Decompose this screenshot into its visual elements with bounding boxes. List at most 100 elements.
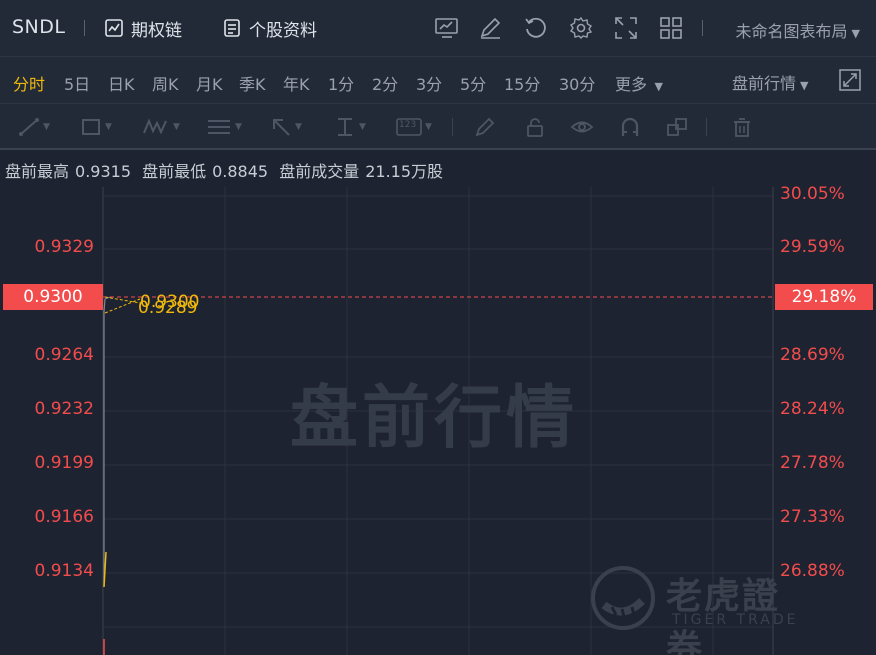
premarket-low-value: 0.8845 — [212, 162, 269, 181]
left-axis-tick: 0.9264 — [34, 345, 94, 365]
tab-monthly-k[interactable]: 月K — [196, 71, 223, 95]
current-change-tag: 29.18% — [775, 284, 873, 310]
premarket-volume-value: 21.15万股 — [365, 162, 444, 181]
right-axis-tick: 27.33% — [780, 507, 845, 527]
right-axis-tick: 30.05% — [780, 184, 845, 204]
top-toolbar: SNDL 期权链 个股资料 未命名图表布局 ▼ — [0, 0, 876, 57]
wave-tool[interactable]: ▼ — [142, 117, 180, 137]
toolbar-divider — [706, 118, 707, 136]
trendline-icon — [19, 118, 39, 136]
tiger-logo-icon — [591, 566, 655, 630]
stock-profile-label: 个股资料 — [249, 20, 317, 41]
arrow-up-left-icon — [273, 119, 290, 136]
tab-intraday[interactable]: 分时 — [13, 71, 45, 95]
refresh-icon[interactable] — [523, 16, 549, 40]
right-axis-tick: 28.24% — [780, 399, 845, 419]
right-axis-tick: 27.78% — [780, 453, 845, 473]
caret-down-icon: ▼ — [235, 122, 242, 132]
more-label: 更多 — [615, 75, 648, 94]
lock-icon[interactable] — [524, 117, 546, 137]
layout-selector[interactable]: 未命名图表布局 ▼ — [736, 18, 860, 42]
chart-box-icon — [105, 19, 123, 37]
magnet-icon[interactable] — [619, 117, 641, 137]
right-axis-tick: 26.88% — [780, 561, 845, 581]
expand-icon[interactable] — [613, 16, 639, 40]
stock-profile-button[interactable]: 个股资料 — [222, 14, 317, 42]
premarket-high-label: 盘前最高 — [5, 162, 70, 181]
eye-icon[interactable] — [570, 117, 594, 137]
left-axis-tick: 0.9134 — [34, 561, 94, 581]
premarket-info: 盘前最高 0.9315 盘前最低 0.8845 盘前成交量 21.15万股 — [0, 151, 876, 187]
rectangle-tool[interactable]: ▼ — [80, 117, 112, 137]
left-axis-tick: 0.9329 — [34, 237, 94, 257]
caret-down-icon: ▼ — [425, 122, 432, 132]
options-chain-button[interactable]: 期权链 — [104, 14, 182, 42]
more-periods-dropdown[interactable]: 更多 ▼ — [615, 71, 663, 95]
tab-3min[interactable]: 3分 — [416, 71, 442, 95]
ticker-symbol[interactable]: SNDL — [12, 16, 66, 38]
measure-tool[interactable]: ▼ — [334, 117, 366, 137]
tab-5day[interactable]: 5日 — [64, 71, 90, 95]
options-chain-label: 期权链 — [131, 20, 182, 41]
caret-down-icon: ▼ — [43, 122, 50, 132]
toolbar-divider — [452, 118, 453, 136]
tab-weekly-k[interactable]: 周K — [152, 71, 179, 95]
annotation-leader-price — [104, 296, 141, 304]
premarket-low-label: 盘前最低 — [142, 162, 207, 181]
fibonacci-tool[interactable]: ▼ — [206, 117, 242, 137]
premarket-volume-label: 盘前成交量 — [279, 162, 360, 181]
brand-watermark: 老虎證券 TIGER TRADE — [590, 565, 810, 655]
left-axis-tick: 0.9232 — [34, 399, 94, 419]
rectangle-icon — [82, 119, 100, 135]
caret-down-icon: ▼ — [851, 27, 860, 40]
text-label-tool[interactable]: 123 ▼ — [396, 117, 432, 137]
annotation-avg-label: 0.9289 — [138, 298, 198, 318]
pencil-icon[interactable] — [474, 117, 496, 137]
caret-down-icon: ▼ — [800, 79, 809, 92]
caret-down-icon: ▼ — [651, 80, 663, 93]
watermark-text: 盘前行情 — [290, 379, 579, 458]
right-axis-tick: 29.59% — [780, 237, 845, 257]
session-label: 盘前行情 — [732, 74, 797, 93]
current-price-tag: 0.9300 — [3, 284, 103, 310]
intraday-chart[interactable]: 盘前行情 老虎證券 TIGER TRADE 0.9329 0.9264 0.92… — [0, 184, 876, 655]
measure-icon — [338, 118, 352, 136]
gear-icon[interactable] — [568, 16, 594, 40]
trendline-tool[interactable]: ▼ — [18, 117, 50, 137]
brand-name-en: TIGER TRADE — [672, 612, 799, 628]
toolbar-divider — [84, 20, 85, 36]
right-axis-tick: 28.69% — [780, 345, 845, 365]
tab-quarterly-k[interactable]: 季K — [239, 71, 266, 95]
session-selector[interactable]: 盘前行情 ▼ — [732, 70, 808, 94]
toolbar-divider — [702, 20, 703, 36]
edit-icon[interactable] — [478, 16, 504, 40]
premarket-high-value: 0.9315 — [75, 162, 131, 181]
grid-layout-icon[interactable] — [658, 16, 684, 40]
tab-daily-k[interactable]: 日K — [108, 71, 135, 95]
drawing-toolbar: ▼ ▼ ▼ ▼ ▼ ▼ 123 ▼ — [0, 104, 876, 150]
left-axis-tick: 0.9166 — [34, 507, 94, 527]
caret-down-icon: ▼ — [359, 122, 366, 132]
layers-icon[interactable] — [666, 117, 690, 137]
price-line — [103, 296, 111, 585]
arrow-tool[interactable]: ▼ — [270, 117, 302, 137]
left-axis-tick: 0.9199 — [34, 453, 94, 473]
tab-2min[interactable]: 2分 — [372, 71, 398, 95]
annotation-leader-avg — [104, 298, 141, 314]
trash-icon[interactable] — [731, 117, 753, 137]
number-badge-text: 123 — [399, 120, 417, 130]
monitor-chart-icon[interactable] — [434, 16, 460, 40]
tab-5min[interactable]: 5分 — [460, 71, 486, 95]
tab-15min[interactable]: 15分 — [504, 71, 540, 95]
wave-icon — [143, 118, 167, 135]
caret-down-icon: ▼ — [105, 122, 112, 132]
document-icon — [224, 19, 240, 37]
caret-down-icon: ▼ — [295, 122, 302, 132]
tab-30min[interactable]: 30分 — [559, 71, 595, 95]
tab-yearly-k[interactable]: 年K — [283, 71, 310, 95]
fullscreen-icon[interactable] — [839, 69, 861, 91]
tab-1min[interactable]: 1分 — [328, 71, 354, 95]
fibonacci-icon — [208, 120, 230, 134]
period-bar: 分时 5日 日K 周K 月K 季K 年K 1分 2分 3分 5分 15分 30分… — [0, 57, 876, 104]
layout-name: 未命名图表布局 — [735, 22, 848, 41]
